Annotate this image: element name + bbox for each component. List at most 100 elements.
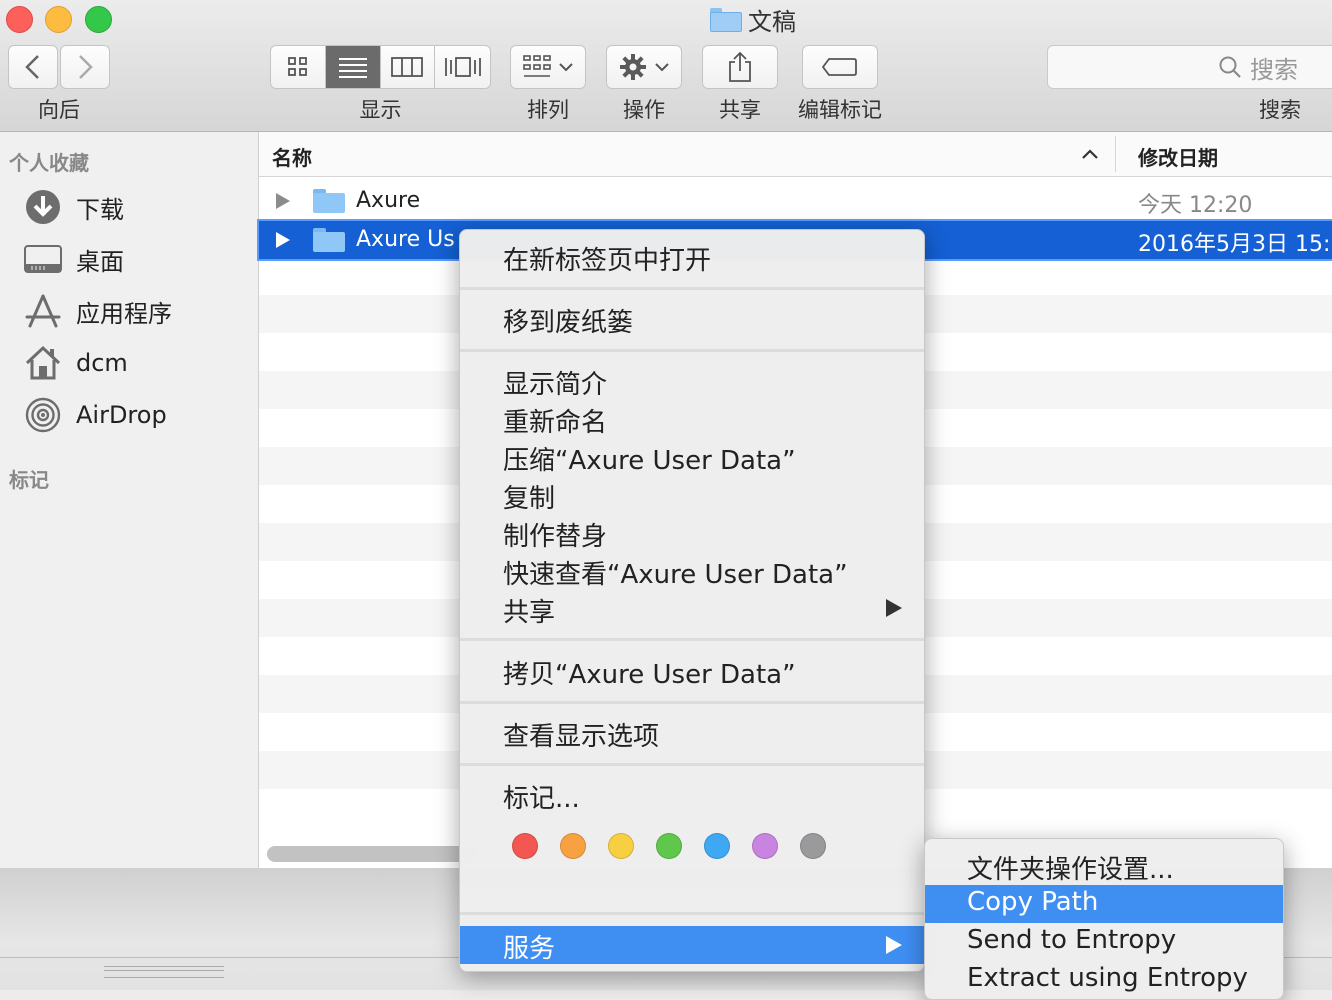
view-icon-button[interactable] bbox=[271, 46, 326, 88]
window-title-text: 文稿 bbox=[748, 7, 796, 36]
submenu-item-send-to-entropy[interactable]: Send to Entropy bbox=[967, 925, 1176, 955]
menu-separator bbox=[460, 701, 924, 704]
submenu-arrow-icon bbox=[886, 936, 902, 954]
file-name: Axure bbox=[356, 188, 421, 213]
applications-icon bbox=[24, 292, 62, 330]
desktop-icon bbox=[24, 240, 62, 278]
folder-icon bbox=[710, 8, 742, 32]
window-title: 文稿 bbox=[710, 3, 796, 36]
file-name: Axure Us bbox=[356, 227, 455, 252]
menu-item-duplicate[interactable]: 复制 bbox=[503, 478, 555, 515]
forward-button[interactable] bbox=[60, 45, 110, 89]
sidebar-favorites-header: 个人收藏 bbox=[9, 151, 89, 175]
view-coverflow-button[interactable] bbox=[435, 46, 490, 88]
search-placeholder: 搜索 bbox=[1250, 55, 1298, 84]
file-date: 今天 12:20 bbox=[1138, 193, 1253, 218]
toolbar: 文稿 向后 显示 排列 操作 共享 编辑标记 搜索 搜索 bbox=[0, 0, 1332, 132]
search-field[interactable]: 搜索 bbox=[1047, 45, 1332, 89]
tag-color-orange[interactable] bbox=[560, 833, 586, 859]
coverflow-view-icon bbox=[444, 57, 481, 77]
tag-color-gray[interactable] bbox=[800, 833, 826, 859]
arrange-label: 排列 bbox=[527, 98, 569, 122]
view-mode-segmented[interactable] bbox=[270, 45, 491, 89]
sidebar-item-label: dcm bbox=[76, 349, 128, 377]
close-window-button[interactable] bbox=[6, 6, 33, 33]
share-label: 共享 bbox=[719, 98, 761, 122]
sidebar-item-downloads[interactable]: 下载 bbox=[24, 187, 124, 227]
tag-color-yellow[interactable] bbox=[608, 833, 634, 859]
tag-color-blue[interactable] bbox=[704, 833, 730, 859]
menu-item-quick-look[interactable]: 快速查看“Axure User Data” bbox=[503, 554, 848, 591]
submenu-item-folder-actions[interactable]: 文件夹操作设置... bbox=[967, 849, 1174, 886]
menu-item-get-info[interactable]: 显示简介 bbox=[503, 364, 607, 401]
column-header-name[interactable]: 名称 bbox=[272, 142, 312, 171]
menu-item-move-to-trash[interactable]: 移到废纸篓 bbox=[503, 302, 633, 339]
table-row[interactable]: Axure 今天 12:20 bbox=[259, 182, 1332, 220]
menu-separator bbox=[460, 912, 924, 915]
file-date: 2016年5月3日 15: bbox=[1138, 232, 1331, 257]
sidebar: 个人收藏 下载 桌面 应用程序 dcm AirDrop 标记 bbox=[0, 132, 259, 868]
menu-item-view-options[interactable]: 查看显示选项 bbox=[503, 716, 659, 753]
disclosure-triangle-icon[interactable] bbox=[276, 232, 290, 248]
icon-view-icon bbox=[287, 57, 307, 76]
edit-tags-button[interactable] bbox=[802, 45, 878, 89]
arrange-grid-icon bbox=[523, 55, 551, 77]
view-column-button[interactable] bbox=[381, 46, 436, 88]
menu-item-make-alias[interactable]: 制作替身 bbox=[503, 516, 607, 553]
services-submenu: 文件夹操作设置... Copy Path Send to Entropy Ext… bbox=[924, 838, 1284, 1000]
view-list-button[interactable] bbox=[325, 46, 381, 88]
sidebar-item-label: 应用程序 bbox=[76, 299, 172, 328]
zoom-window-button[interactable] bbox=[85, 6, 112, 33]
menu-item-services-label: 服务 bbox=[503, 934, 556, 964]
gear-icon bbox=[620, 54, 646, 80]
menu-item-services[interactable]: 服务 bbox=[460, 926, 924, 964]
home-icon bbox=[24, 344, 62, 382]
sidebar-item-home[interactable]: dcm bbox=[24, 343, 128, 383]
folder-icon bbox=[313, 189, 345, 213]
arrange-button[interactable] bbox=[510, 45, 586, 89]
sidebar-item-label: 下载 bbox=[76, 195, 124, 224]
menu-item-open-new-tab[interactable]: 在新标签页中打开 bbox=[503, 240, 711, 277]
menu-item-share[interactable]: 共享 bbox=[503, 592, 555, 629]
edit-tags-label: 编辑标记 bbox=[798, 98, 882, 122]
minimize-window-button[interactable] bbox=[45, 6, 72, 33]
menu-item-compress[interactable]: 压缩“Axure User Data” bbox=[503, 440, 796, 477]
action-label: 操作 bbox=[623, 98, 665, 122]
column-view-icon bbox=[391, 57, 424, 77]
horizontal-scrollbar[interactable] bbox=[267, 846, 477, 862]
chevron-left-icon bbox=[25, 55, 39, 79]
back-label: 向后 bbox=[38, 98, 80, 122]
chevron-down-icon bbox=[655, 63, 669, 72]
column-divider[interactable] bbox=[1115, 136, 1116, 172]
menu-separator bbox=[460, 349, 924, 352]
menu-item-tags[interactable]: 标记... bbox=[503, 778, 580, 815]
sidebar-item-label: AirDrop bbox=[76, 401, 167, 429]
list-header: 名称 修改日期 bbox=[259, 132, 1332, 177]
sidebar-item-applications[interactable]: 应用程序 bbox=[24, 291, 172, 331]
folder-icon bbox=[313, 228, 345, 252]
back-button[interactable] bbox=[8, 45, 58, 89]
menu-item-rename[interactable]: 重新命名 bbox=[503, 402, 607, 439]
share-button[interactable] bbox=[702, 45, 778, 89]
sort-ascending-icon bbox=[1082, 149, 1098, 159]
tag-color-green[interactable] bbox=[656, 833, 682, 859]
resize-grip-icon[interactable] bbox=[104, 966, 224, 978]
sidebar-item-label: 桌面 bbox=[76, 247, 124, 276]
view-label: 显示 bbox=[359, 98, 402, 122]
tag-color-red[interactable] bbox=[512, 833, 538, 859]
menu-separator bbox=[460, 287, 924, 290]
tag-color-purple[interactable] bbox=[752, 833, 778, 859]
menu-separator bbox=[460, 638, 924, 641]
context-menu: 在新标签页中打开 移到废纸篓 显示简介 重新命名 压缩“Axure User D… bbox=[459, 229, 925, 972]
submenu-arrow-icon bbox=[886, 599, 902, 617]
submenu-item-extract-entropy[interactable]: Extract using Entropy bbox=[967, 963, 1248, 993]
search-icon bbox=[1219, 56, 1241, 78]
action-button[interactable] bbox=[606, 45, 682, 89]
tag-icon bbox=[822, 58, 857, 76]
menu-item-copy[interactable]: 拷贝“Axure User Data” bbox=[503, 654, 796, 691]
disclosure-triangle-icon[interactable] bbox=[276, 193, 290, 209]
sidebar-item-airdrop[interactable]: AirDrop bbox=[24, 395, 167, 435]
sidebar-item-desktop[interactable]: 桌面 bbox=[24, 239, 124, 279]
column-header-date[interactable]: 修改日期 bbox=[1138, 142, 1218, 171]
submenu-item-copy-path[interactable]: Copy Path bbox=[967, 887, 1098, 917]
